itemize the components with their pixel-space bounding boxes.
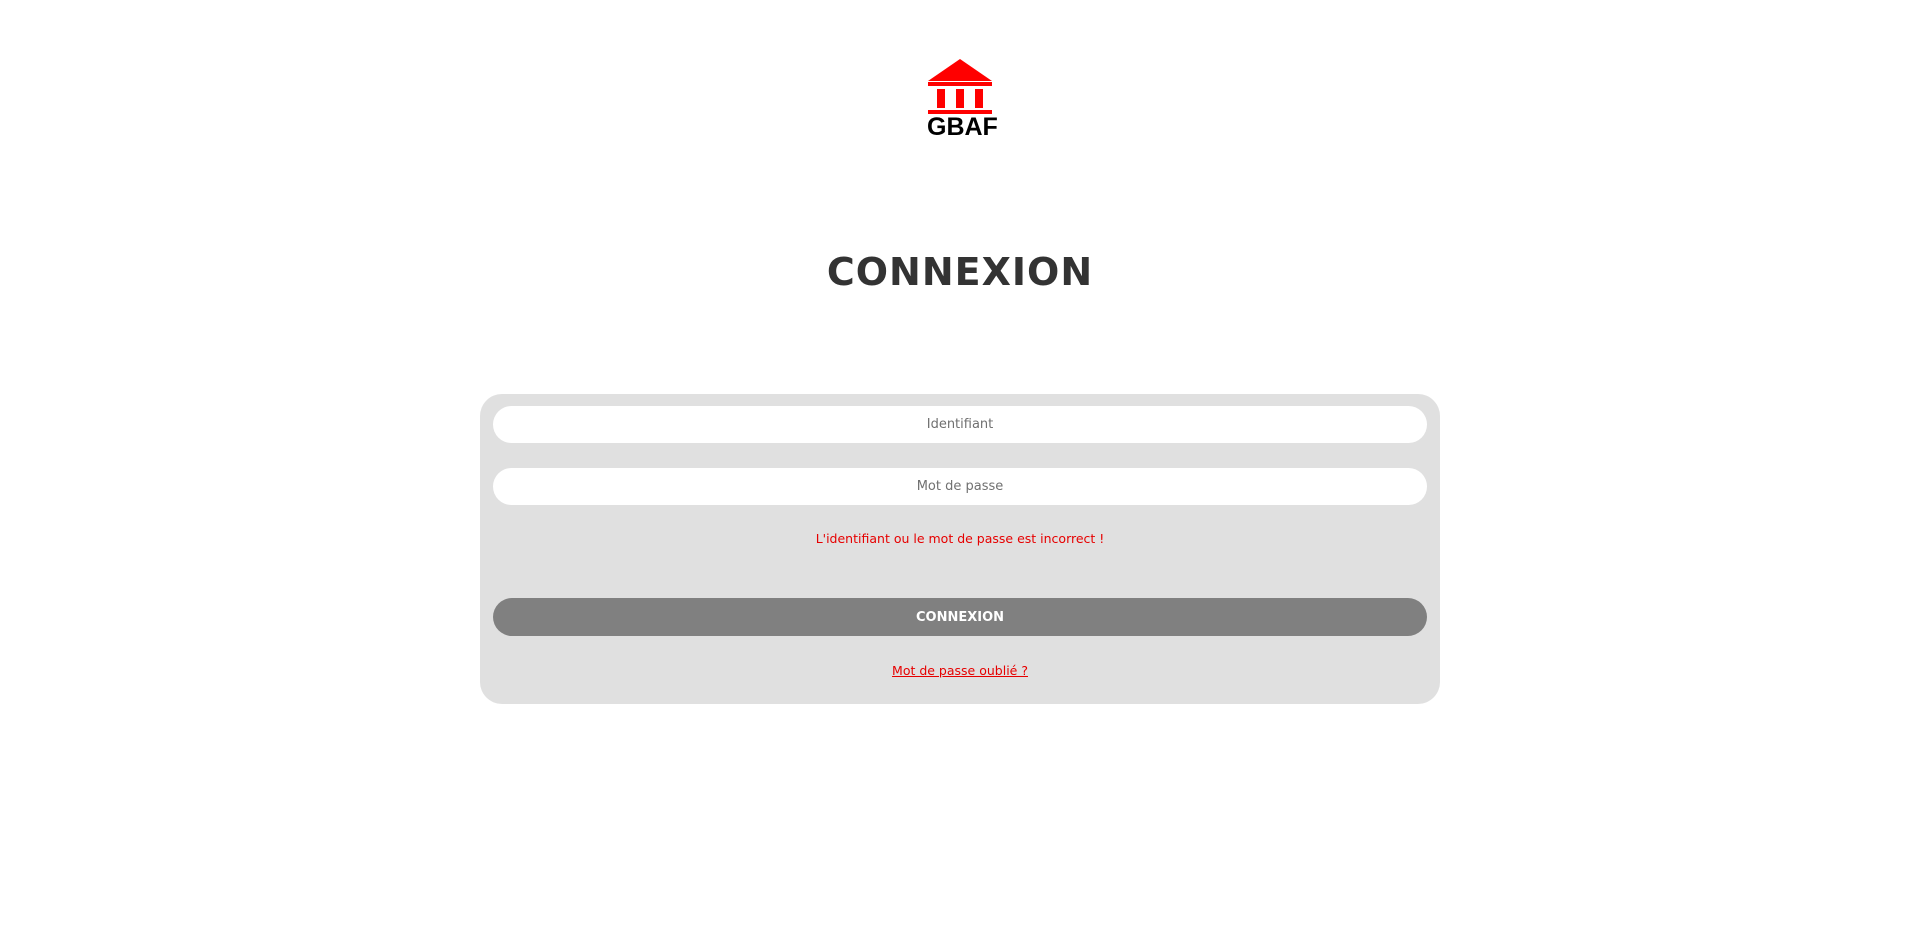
forgot-password-container: Mot de passe oublié ?	[480, 662, 1440, 680]
logo-text: GBAF	[927, 113, 998, 141]
username-input[interactable]	[493, 406, 1427, 443]
forgot-password-link[interactable]: Mot de passe oublié ?	[892, 663, 1028, 678]
login-page: GBAF CONNEXION L'identifiant ou le mot d…	[0, 0, 1920, 937]
gbaf-logo: GBAF	[927, 58, 998, 141]
page-title: CONNEXION	[826, 250, 1094, 294]
login-form: L'identifiant ou le mot de passe est inc…	[480, 394, 1440, 704]
login-button[interactable]: CONNEXION	[493, 598, 1427, 636]
error-message: L'identifiant ou le mot de passe est inc…	[815, 531, 1105, 546]
password-input[interactable]	[493, 468, 1427, 505]
bank-building-icon	[928, 59, 992, 114]
